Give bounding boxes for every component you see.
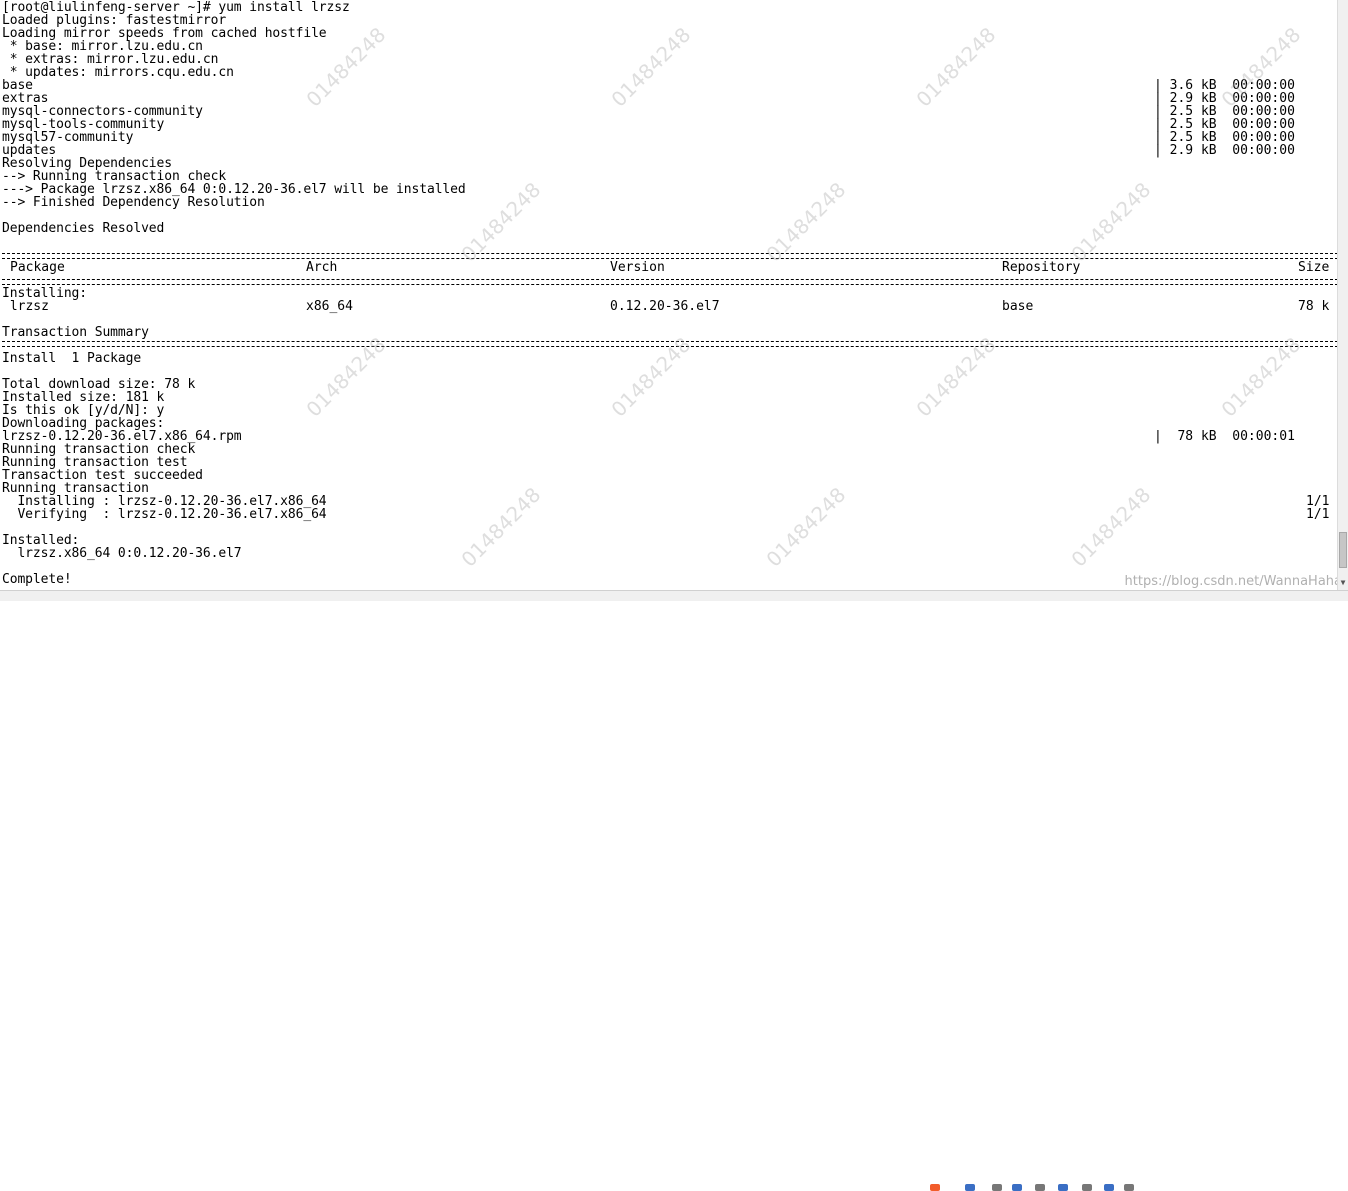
repo-size: | 2.9 kB	[1154, 143, 1217, 158]
row-version: 0.12.20-36.el7	[610, 299, 720, 314]
scroll-thumb[interactable]	[1339, 532, 1347, 568]
row-size: 78 k	[1298, 299, 1330, 314]
blog-watermark: https://blog.csdn.net/WannaHaha	[1124, 574, 1342, 589]
tray-icon[interactable]	[1082, 1184, 1092, 1191]
tray-icon[interactable]	[1035, 1184, 1045, 1191]
tray-icon[interactable]	[1104, 1184, 1114, 1191]
download-time: 00:00:01	[1232, 429, 1295, 444]
row-repository: base	[1002, 299, 1034, 314]
row-arch: x86_64	[306, 299, 353, 314]
terminal-line: * updates: mirrors.cqu.edu.cn	[2, 65, 234, 80]
col-header-version: Version	[610, 260, 665, 275]
vertical-scrollbar[interactable]: ▼	[1337, 0, 1348, 590]
tray-icon[interactable]	[1058, 1184, 1068, 1191]
repo-time: 00:00:00	[1232, 143, 1295, 158]
terminal-line: Install 1 Package	[2, 351, 142, 366]
scroll-down-arrow-icon[interactable]: ▼	[1338, 576, 1348, 590]
terminal-line: --> Finished Dependency Resolution	[2, 195, 265, 210]
col-header-package: Package	[10, 260, 65, 275]
terminal-line: lrzsz.x86_64 0:0.12.20-36.el7	[2, 546, 242, 561]
terminal-line: Verifying : lrzsz-0.12.20-36.el7.x86_64	[2, 507, 327, 522]
table-rule	[2, 279, 1338, 285]
tray-icon[interactable]	[1124, 1184, 1134, 1191]
row-package: lrzsz	[2, 299, 49, 314]
tray-icon[interactable]	[992, 1184, 1002, 1191]
col-header-size: Size	[1298, 260, 1330, 275]
download-size: | 78 kB	[1154, 429, 1217, 444]
terminal-output[interactable]: [root@liulinfeng-server ~]# yum install …	[0, 0, 1338, 590]
col-header-arch: Arch	[306, 260, 338, 275]
verify-progress: 1/1	[1306, 507, 1330, 522]
table-rule	[2, 253, 1338, 259]
status-bar	[0, 590, 1348, 1191]
col-header-repository: Repository	[1002, 260, 1081, 275]
terminal-line: Dependencies Resolved	[2, 221, 165, 236]
table-rule	[2, 341, 1338, 347]
tray-icon[interactable]	[1012, 1184, 1022, 1191]
terminal-line: Complete!	[2, 572, 72, 587]
tray-icon[interactable]	[965, 1184, 975, 1191]
terminal-line: Transaction Summary	[2, 325, 149, 340]
app-tray-icon[interactable]	[930, 1184, 940, 1191]
